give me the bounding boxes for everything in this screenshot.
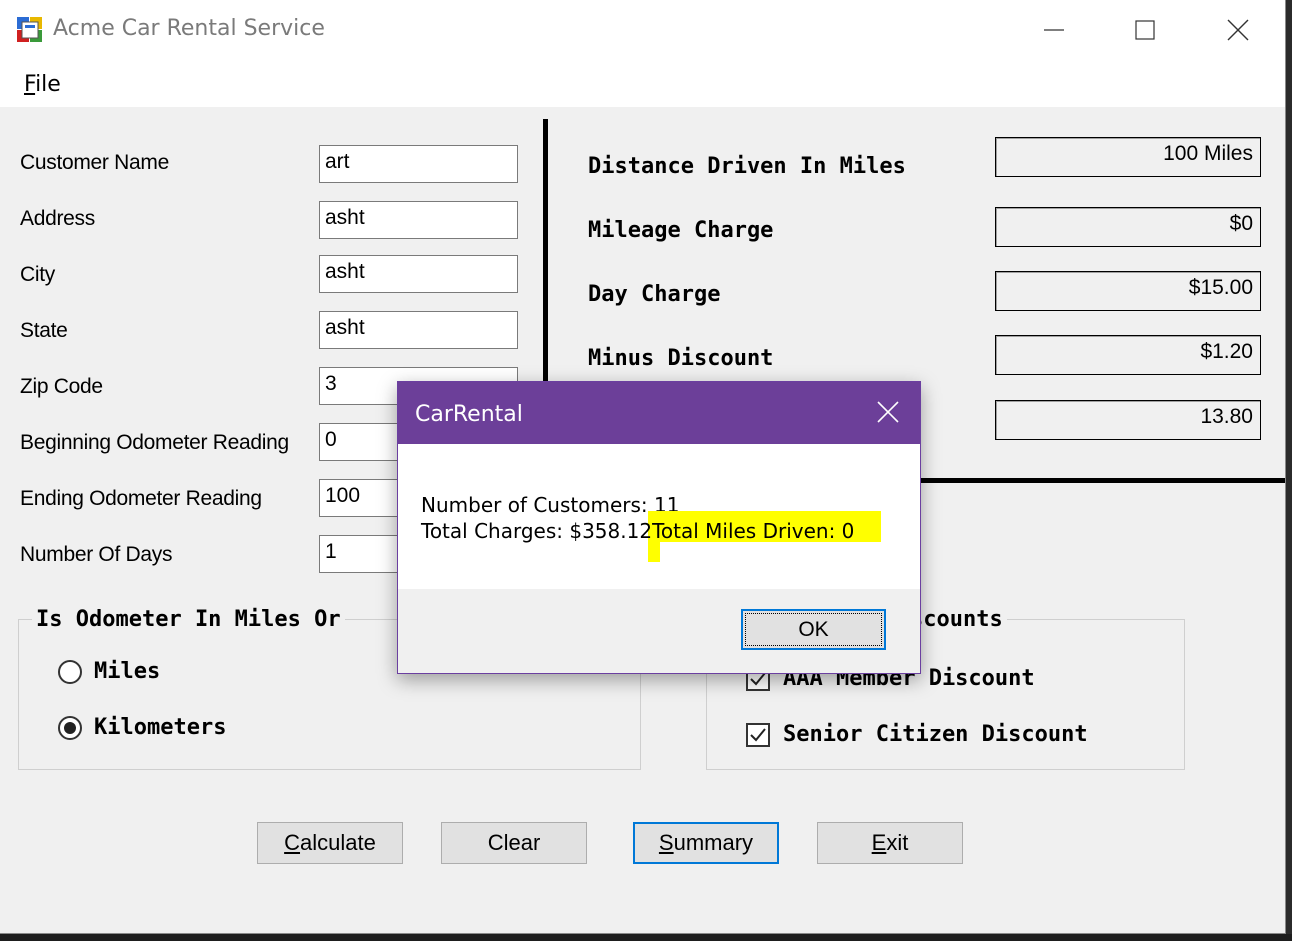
dialog-title-bar: CarRental <box>398 382 920 444</box>
summary-dialog: CarRental Number of Customers: 11 Total … <box>397 381 921 674</box>
total-charge-output: 13.80 <box>995 400 1261 440</box>
exit-rest: xit <box>886 830 909 855</box>
minus-discount-output: $1.20 <box>995 335 1261 375</box>
focus-rect <box>745 613 882 646</box>
highlight-mark-tail <box>648 540 660 562</box>
taskbar-edge <box>0 934 1292 941</box>
menu-file-accel: F <box>24 72 36 97</box>
exit-accel: E <box>871 830 887 855</box>
distance-driven-label: Distance Driven In Miles <box>588 154 906 179</box>
state-label: State <box>20 319 68 342</box>
number-of-days-label: Number Of Days <box>20 543 173 566</box>
clear-button[interactable]: Clear <box>441 822 587 864</box>
mileage-charge-output: $0 <box>995 207 1261 247</box>
miles-radio-label[interactable]: Miles <box>94 659 160 684</box>
checkmark-icon <box>750 728 766 742</box>
dialog-total-miles: Total Miles Driven: 0 <box>652 519 855 543</box>
dialog-ok-button[interactable]: OK <box>741 609 886 650</box>
menu-file[interactable]: File <box>24 72 61 97</box>
distance-driven-output: 100 Miles <box>995 137 1261 177</box>
window-title: Acme Car Rental Service <box>53 16 325 41</box>
day-charge-output: $15.00 <box>995 271 1261 311</box>
summary-rest: ummary <box>673 830 754 855</box>
dialog-close-icon[interactable] <box>876 400 900 424</box>
ending-odometer-label: Ending Odometer Reading <box>20 487 262 510</box>
title-bar: Acme Car Rental Service <box>0 0 1285 60</box>
menu-file-rest: ile <box>35 72 61 97</box>
mileage-charge-label: Mileage Charge <box>588 218 774 243</box>
minus-discount-label: Minus Discount <box>588 346 774 371</box>
summary-accel: S <box>658 830 674 855</box>
kilometers-radio-label[interactable]: Kilometers <box>94 715 226 740</box>
app-icon <box>17 17 42 42</box>
minimize-icon <box>1044 29 1064 31</box>
maximize-button[interactable] <box>1099 0 1191 60</box>
address-input[interactable]: asht <box>319 201 518 239</box>
address-label: Address <box>20 207 95 230</box>
close-button[interactable] <box>1192 0 1284 60</box>
calculate-accel: C <box>284 830 301 855</box>
dialog-charges-line: Total Charges: $358.12Total Miles Driven… <box>421 519 854 543</box>
beginning-odometer-label: Beginning Odometer Reading <box>20 431 289 454</box>
vertical-divider <box>543 119 548 384</box>
exit-button[interactable]: Exit <box>817 822 963 864</box>
senior-citizen-checkbox[interactable] <box>746 723 770 747</box>
day-charge-label: Day Charge <box>588 282 721 307</box>
city-label: City <box>20 263 55 286</box>
customer-name-input[interactable]: art <box>319 145 518 183</box>
miles-radio[interactable] <box>58 660 82 684</box>
calculate-rest: alculate <box>300 830 376 855</box>
state-input[interactable]: asht <box>319 311 518 349</box>
menu-bar <box>0 60 1285 107</box>
minimize-button[interactable] <box>1008 0 1100 60</box>
discounts-group-title: scounts <box>906 607 1007 632</box>
summary-button[interactable]: Summary <box>633 822 779 864</box>
calculate-button[interactable]: Calculate <box>257 822 403 864</box>
dialog-title: CarRental <box>415 402 523 427</box>
odometer-group-title: Is Odometer In Miles Or <box>32 607 345 632</box>
customer-name-label: Customer Name <box>20 151 169 174</box>
close-icon <box>1227 19 1249 41</box>
zip-code-label: Zip Code <box>20 375 103 398</box>
dialog-customers-line: Number of Customers: 11 <box>421 493 680 517</box>
dialog-total-charges: Total Charges: $358.12 <box>421 519 653 543</box>
city-input[interactable]: asht <box>319 255 518 293</box>
senior-citizen-label[interactable]: Senior Citizen Discount <box>783 722 1088 747</box>
kilometers-radio[interactable] <box>58 716 82 740</box>
maximize-icon <box>1135 20 1155 40</box>
